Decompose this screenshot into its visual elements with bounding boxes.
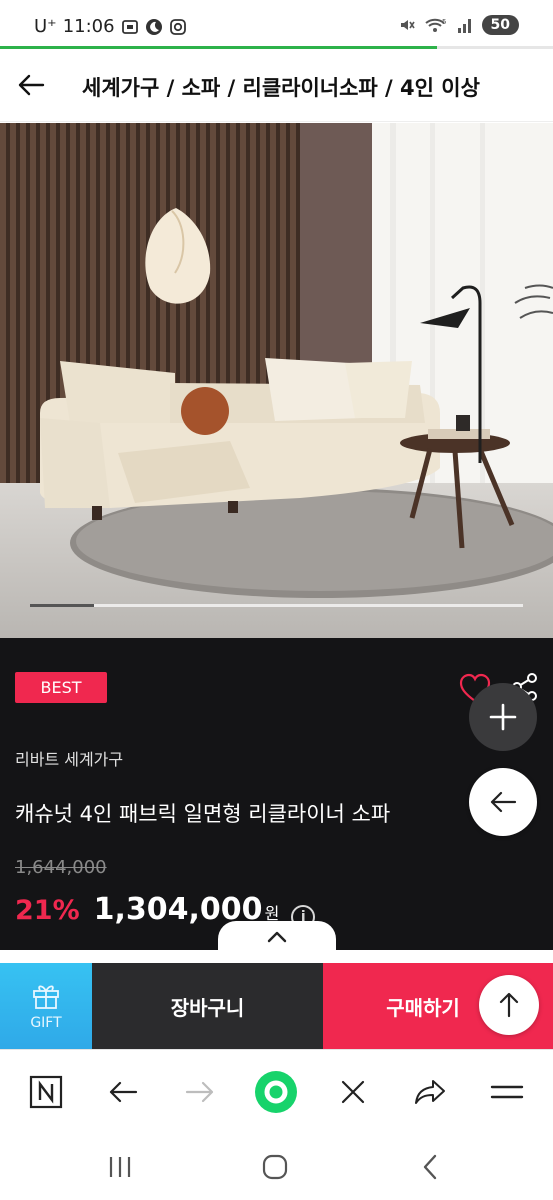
moon-icon — [145, 18, 162, 35]
arrow-up-icon — [499, 992, 519, 1018]
product-title: 캐슈넛 4인 패브릭 일면형 리클라이너 소파 — [15, 802, 391, 826]
brand-name[interactable]: 리바트 세계가구 — [15, 746, 123, 770]
green-dot-icon — [255, 1071, 297, 1113]
gift-button[interactable]: GIFT — [0, 963, 92, 1049]
product-image-gallery[interactable] — [0, 123, 553, 638]
share-page-button[interactable] — [408, 1070, 452, 1114]
gift-icon — [33, 984, 59, 1009]
close-icon — [341, 1080, 365, 1104]
page-load-track — [437, 46, 553, 49]
arrow-left-icon — [18, 74, 45, 96]
gallery-indicator — [30, 604, 94, 607]
signal-icon — [457, 19, 471, 33]
naver-logo-icon — [29, 1075, 63, 1109]
recent-apps-button[interactable] — [100, 1147, 140, 1187]
browser-forward-button[interactable] — [178, 1070, 222, 1114]
system-navigation-bar — [0, 1131, 553, 1200]
category-breadcrumb[interactable]: 세계가구 / 소파 / 리클라이너소파 / 4인 이상 — [82, 72, 480, 102]
plus-icon — [489, 703, 517, 731]
home-icon — [262, 1154, 288, 1180]
page-header: 세계가구 / 소파 / 리클라이너소파 / 4인 이상 — [0, 52, 553, 122]
purchase-bar: GIFT 장바구니 구매하기 — [0, 963, 553, 1049]
close-tab-button[interactable] — [331, 1070, 375, 1114]
status-left: U⁺ 11:06 — [34, 16, 187, 37]
back-floating-button[interactable] — [469, 768, 537, 836]
browser-toolbar — [0, 1049, 553, 1131]
instagram-icon — [169, 18, 186, 35]
svg-text:5: 5 — [442, 18, 446, 26]
chevron-up-icon — [267, 931, 287, 943]
status-time: 11:06 — [62, 16, 115, 37]
status-bar: U⁺ 11:06 5 50 — [0, 0, 553, 52]
scroll-to-top-button[interactable] — [479, 975, 539, 1035]
menu-button[interactable] — [485, 1070, 529, 1114]
arrow-left-icon — [109, 1081, 138, 1103]
system-back-button[interactable] — [410, 1147, 450, 1187]
back-button[interactable] — [14, 68, 48, 102]
arrow-right-icon — [185, 1081, 214, 1103]
hamburger-menu-icon — [490, 1085, 524, 1099]
expand-details-tab[interactable] — [218, 921, 336, 953]
share-arrow-icon — [415, 1080, 445, 1104]
mute-icon — [400, 20, 415, 30]
gallery-track — [30, 604, 523, 607]
chevron-left-icon — [423, 1154, 437, 1180]
home-button[interactable] — [255, 1147, 295, 1187]
plus-floating-button[interactable] — [469, 683, 537, 751]
recent-apps-icon — [109, 1157, 131, 1177]
page-load-progress — [0, 46, 437, 49]
sofa-photo — [0, 123, 553, 638]
original-price: 1,644,000 — [15, 857, 107, 878]
gift-label: GIFT — [30, 1014, 62, 1031]
arrow-left-icon — [490, 791, 517, 813]
carrier-label: U⁺ — [34, 16, 57, 37]
battery-indicator: 50 — [481, 15, 519, 35]
discount-rate: 21% — [15, 895, 80, 926]
browser-back-button[interactable] — [101, 1070, 145, 1114]
add-to-cart-button[interactable]: 장바구니 — [92, 963, 323, 1049]
wifi-icon: 5 — [424, 18, 446, 32]
status-right: 5 50 — [398, 15, 519, 35]
screenshot-icon — [121, 19, 138, 34]
green-dot-button[interactable] — [254, 1070, 298, 1114]
best-badge: BEST — [15, 672, 107, 703]
naver-home-button[interactable] — [24, 1070, 68, 1114]
